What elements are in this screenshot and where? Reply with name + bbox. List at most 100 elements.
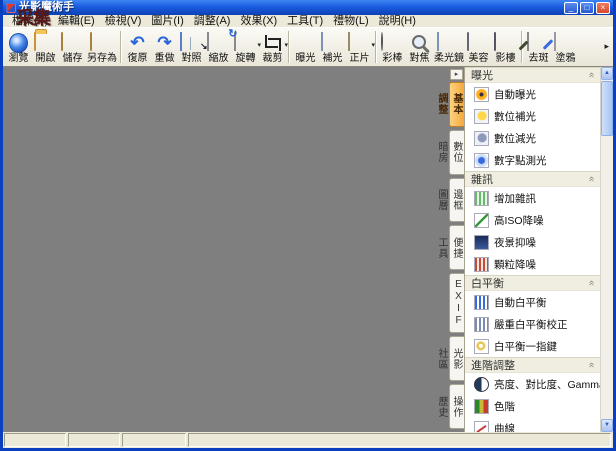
menu-picture[interactable]: 圖片(I) <box>146 15 188 28</box>
panel-item-spot-metering[interactable]: 數字點測光 <box>465 149 600 171</box>
undo-icon: ↶ <box>126 33 150 53</box>
rotate-icon <box>234 32 236 51</box>
menu-view[interactable]: 檢視(V) <box>100 15 147 28</box>
soft-lens-icon <box>437 32 439 51</box>
color-wand-icon <box>381 32 383 51</box>
severe-wb-correction-icon <box>474 317 489 332</box>
toolbar-separator <box>120 31 122 63</box>
toolbar-separator <box>288 31 290 63</box>
toolbar-label: 旋轉 <box>236 53 256 64</box>
tab-community[interactable]: 光影社區 <box>449 336 464 381</box>
tab-exif[interactable]: EXIF <box>449 273 464 333</box>
auto-white-balance-icon <box>474 295 489 310</box>
compare-icon <box>180 32 182 51</box>
panel-item-auto-exposure[interactable]: 自動曝光 <box>465 83 600 105</box>
panel-item-add-noise[interactable]: 增加雜訊 <box>465 187 600 209</box>
section-title: 雜訊 <box>471 171 493 187</box>
positive-film-icon <box>348 32 350 51</box>
watermark-text: 采集 <box>16 4 50 30</box>
toolbar-label: 裁剪 <box>263 53 283 64</box>
maximize-button[interactable]: □ <box>580 2 594 14</box>
toolbar-redo-button[interactable]: ↷ 重做 <box>151 29 178 65</box>
panel-item-brightness-contrast-gamma[interactable]: 亮度、對比度、Gamma調整 <box>465 373 600 395</box>
panel-item-levels[interactable]: 色階 <box>465 395 600 417</box>
section-header-noise[interactable]: 雜訊 « <box>465 171 600 187</box>
panel-item-high-iso-denoise[interactable]: 高ISO降噪 <box>465 209 600 231</box>
section-title: 進階調整 <box>471 357 515 373</box>
toolbar-label: 開啟 <box>36 53 56 64</box>
tab-digital-darkroom[interactable]: 數位暗房 <box>449 130 464 175</box>
close-button[interactable]: × <box>596 2 610 14</box>
section-header-white-balance[interactable]: 白平衡 « <box>465 275 600 291</box>
toolbar-open-button[interactable]: 開啟 <box>32 29 59 65</box>
collapse-chevron-icon[interactable]: « <box>586 72 596 78</box>
toolbar-label: 儲存 <box>63 53 83 64</box>
status-pane <box>188 433 611 447</box>
toolbar-doodle-button[interactable]: 塗鴉 <box>552 29 579 65</box>
high-iso-denoise-icon <box>474 213 489 228</box>
toolbar-undo-button[interactable]: ↶ 復原 <box>124 29 151 65</box>
collapse-chevron-icon[interactable]: « <box>586 280 596 286</box>
scrollbar-track[interactable] <box>601 137 613 419</box>
section-header-exposure[interactable]: 曝光 « <box>465 67 600 83</box>
toolbar-focus-button[interactable]: 對焦 <box>406 29 433 65</box>
collapse-chevron-icon[interactable]: « <box>586 176 596 182</box>
main-toolbar: 瀏覽 開啟 儲存 另存為 ↶ 復原 ↷ 重做 對照 縮放 <box>3 28 613 67</box>
toolbar-fill-light-button[interactable]: 補光 <box>319 29 346 65</box>
menu-gifts[interactable]: 禮物(L) <box>328 15 373 28</box>
scroll-down-icon[interactable]: ▼ <box>601 419 613 432</box>
toolbar-label: 美容 <box>469 53 489 64</box>
toolbar-save-button[interactable]: 儲存 <box>59 29 86 65</box>
toolbar-rotate-button[interactable]: 旋轉 ▾ <box>232 29 259 65</box>
main-area: ▸ 基本調整 數位暗房 邊框圖層 便捷工具 EXIF 光影社區 操作歷史 曝光 … <box>3 67 613 432</box>
section-header-advanced[interactable]: 進階調整 « <box>465 357 600 373</box>
panel-scrollbar[interactable]: ▲ ▼ <box>600 67 613 432</box>
panel-item-curves[interactable]: 曲線 <box>465 417 600 432</box>
collapse-chevron-icon[interactable]: « <box>586 362 596 368</box>
panel-item-grain-denoise[interactable]: 顆粒降噪 <box>465 253 600 275</box>
dropdown-arrow-icon[interactable]: ▾ <box>284 41 288 49</box>
menu-effects[interactable]: 效果(X) <box>235 15 282 28</box>
status-pane <box>4 433 66 447</box>
panel-collapse-button[interactable]: ▸ <box>450 69 463 80</box>
toolbar-positive-film-button[interactable]: 正片 ▾ <box>346 29 373 65</box>
toolbar-studio-button[interactable]: 影樓 <box>492 29 519 65</box>
toolbar-beauty-button[interactable]: 美容 <box>465 29 492 65</box>
minimize-button[interactable]: _ <box>564 2 578 14</box>
toolbar-color-wand-button[interactable]: 彩棒 <box>379 29 406 65</box>
fill-light-icon <box>321 32 323 51</box>
panel-item-severe-wb-correction[interactable]: 嚴重白平衡校正 <box>465 313 600 335</box>
scrollbar-thumb[interactable] <box>601 81 613 136</box>
menu-edit[interactable]: 編輯(E) <box>53 15 100 28</box>
title-bar[interactable]: 光影魔術手 _ □ × <box>3 0 613 15</box>
dropdown-arrow-icon[interactable]: ▾ <box>371 41 375 49</box>
toolbar-exposure-button[interactable]: 曝光 <box>292 29 319 65</box>
tab-frame-layers[interactable]: 邊框圖層 <box>449 178 464 223</box>
toolbar-browse-button[interactable]: 瀏覽 <box>5 29 32 65</box>
status-pane <box>68 433 120 447</box>
toolbar-label: 另存為 <box>87 53 117 64</box>
status-pane <box>122 433 186 447</box>
panel-item-digital-fill-light[interactable]: 數位補光 <box>465 105 600 127</box>
tab-history[interactable]: 操作歷史 <box>449 384 464 429</box>
toolbar-save-as-button[interactable]: 另存為 <box>86 29 118 65</box>
panel-item-auto-white-balance[interactable]: 自動白平衡 <box>465 291 600 313</box>
tab-handy-tools[interactable]: 便捷工具 <box>449 225 464 270</box>
menu-help[interactable]: 說明(H) <box>374 15 421 28</box>
toolbar-label: 正片 <box>350 53 370 64</box>
beauty-icon <box>467 32 469 51</box>
panel-item-night-denoise[interactable]: 夜景抑噪 <box>465 231 600 253</box>
panel-item-wb-one-touch[interactable]: 白平衡一指鍵 <box>465 335 600 357</box>
tab-basic-adjust[interactable]: 基本調整 <box>449 82 464 127</box>
app-logo-icon <box>6 3 16 13</box>
panel-item-digital-reduce-light[interactable]: 數位減光 <box>465 127 600 149</box>
redo-icon: ↷ <box>153 33 177 53</box>
toolbar-crop-button[interactable]: 裁剪 ▾ <box>259 29 286 65</box>
scroll-up-icon[interactable]: ▲ <box>601 67 613 80</box>
toolbar-soft-lens-button[interactable]: 柔光鏡 <box>433 29 465 65</box>
menu-bar: 檔案(F) 編輯(E) 檢視(V) 圖片(I) 調整(A) 效果(X) 工具(T… <box>3 15 613 28</box>
toolbar-label: 重做 <box>155 53 175 64</box>
grain-denoise-icon <box>474 257 489 272</box>
toolbar-overflow-icon[interactable]: ▸ <box>601 41 612 52</box>
menu-tools[interactable]: 工具(T) <box>282 15 328 28</box>
